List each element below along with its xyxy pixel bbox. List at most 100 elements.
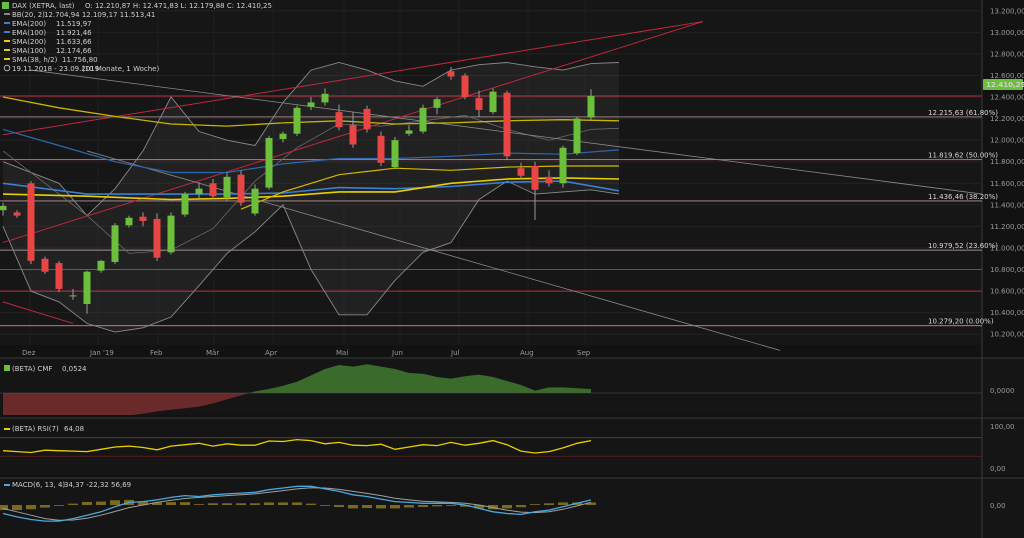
price-tick-label: 12.800,00	[990, 50, 1024, 58]
candle-body	[13, 212, 21, 216]
candle-body	[237, 174, 245, 203]
candle-body	[321, 93, 329, 103]
macd-hist-bar	[264, 502, 274, 505]
ema200-swatch-icon	[4, 22, 10, 24]
legend-sma200-value: 11.633,66	[56, 38, 92, 46]
candle-body	[503, 92, 511, 157]
price-tick-label: 12.400,00	[990, 94, 1024, 102]
candle-body	[363, 108, 371, 130]
candle-body	[349, 125, 357, 145]
candle-body	[433, 99, 441, 108]
macd-hist-bar	[208, 503, 218, 505]
price-tick-label: 11.800,00	[990, 158, 1024, 166]
fib-label: 12.215,63 (61.80%)	[928, 109, 998, 117]
candle-body	[153, 218, 161, 258]
candle-body	[377, 135, 385, 163]
legend-bb-label: BB(20, 2)	[12, 11, 45, 19]
candle-body	[139, 216, 147, 222]
rsi-value: 64,08	[64, 425, 84, 433]
candle-body	[475, 98, 483, 110]
candle-body	[111, 225, 119, 262]
macd-hist-bar	[292, 502, 302, 505]
macd-hist-bar	[320, 505, 330, 506]
macd-tick: 0,00	[990, 502, 1006, 510]
price-tick-label: 11.200,00	[990, 223, 1024, 231]
current-price-badge: 12.410,25	[983, 79, 1024, 90]
month-label: Sep	[577, 349, 591, 357]
macd-hist-bar	[544, 503, 554, 505]
legend-ema100-label: EMA(100)	[12, 29, 46, 37]
rsi-label: (BETA) RSI(7)	[12, 425, 59, 433]
cmf-swatch-icon	[4, 365, 10, 371]
price-tick-label: 11.000,00	[990, 244, 1024, 252]
macd-hist-bar	[194, 504, 204, 505]
legend-period: (10 Monate, 1 Woche)	[82, 65, 159, 73]
price-tick-label: 11.600,00	[990, 180, 1024, 188]
price-tick-label: 10.600,00	[990, 288, 1024, 296]
macd-hist-bar	[558, 502, 568, 505]
month-label: Jul	[450, 349, 460, 357]
cmf-label: (BETA) CMF	[12, 365, 52, 373]
legend-sma38-value: 11.756,80	[62, 56, 98, 64]
price-tick-label: 12.200,00	[990, 115, 1024, 123]
macd-label: MACD(6, 13, 4)	[12, 481, 65, 489]
fib-label: 11.819,62 (50.00%)	[928, 152, 998, 160]
legend-bb-value: 12.704,94 12.109,17 11.513,41	[44, 11, 155, 19]
current-price-text: 12.410,25	[986, 81, 1024, 89]
macd-hist-bar	[334, 505, 344, 508]
legend-sma100-value: 12.174,66	[56, 47, 92, 55]
month-label: Aug	[520, 349, 534, 357]
macd-hist-bar	[68, 503, 78, 505]
cmf-tick: 0,0000	[990, 387, 1015, 395]
legend-ema100-value: 11.921,46	[56, 29, 92, 37]
candle-body	[531, 166, 539, 190]
candle-body	[391, 140, 399, 168]
candle-body	[251, 188, 259, 214]
ema100-swatch-icon	[4, 31, 10, 33]
macd-hist-bar	[432, 505, 442, 507]
candle-body	[181, 194, 189, 215]
macd-hist-bar	[362, 505, 372, 509]
month-label: Mär	[206, 349, 219, 357]
fib-label: 10.279,20 (0.00%)	[928, 318, 994, 326]
macd-hist-bar	[110, 500, 120, 505]
rsi-swatch-icon	[4, 428, 10, 430]
candle-body	[587, 95, 595, 118]
candle-body	[41, 258, 49, 272]
candle-body	[461, 75, 469, 98]
macd-hist-bar	[502, 505, 512, 509]
candle-body	[265, 138, 273, 188]
candle-body	[489, 91, 497, 113]
month-label: Mai	[336, 349, 348, 357]
candle-body	[307, 102, 315, 107]
price-tick-label: 11.400,00	[990, 201, 1024, 209]
candle-body	[55, 263, 63, 289]
candle-body	[419, 107, 427, 132]
macd-hist-bar	[530, 504, 540, 505]
macd-hist-bar	[96, 501, 106, 505]
legend-sma38-label: SMA(38, h/2)	[12, 56, 58, 64]
candle-body	[545, 176, 553, 184]
macd-hist-bar	[250, 503, 260, 505]
cmf-legend: (BETA) CMF 0,0524	[4, 365, 87, 373]
macd-hist-bar	[26, 505, 36, 510]
candle-body	[559, 147, 567, 184]
legend-ema200-label: EMA(200)	[12, 20, 46, 28]
month-label: Apr	[265, 349, 277, 357]
dax-icon	[2, 2, 9, 9]
sma100-swatch-icon	[4, 49, 10, 51]
macd-hist-bar	[40, 505, 50, 508]
macd-value: 34,37 -22,32 56,69	[64, 481, 131, 489]
candle-body	[573, 118, 581, 154]
month-label: Feb	[150, 349, 163, 357]
month-label: Jun	[391, 349, 403, 357]
macd-hist-bar	[166, 502, 176, 505]
candle-body	[335, 112, 343, 128]
candle-body	[293, 107, 301, 134]
price-chart[interactable]: 12.215,63 (61.80%) 11.819,62 (50.00%) 11.4…	[0, 0, 1024, 538]
sma200-swatch-icon	[4, 40, 10, 42]
legend-sma200-label: SMA(200)	[12, 38, 46, 46]
macd-hist-bar	[390, 505, 400, 509]
candle-body	[0, 205, 7, 211]
macd-hist-bar	[222, 503, 232, 505]
